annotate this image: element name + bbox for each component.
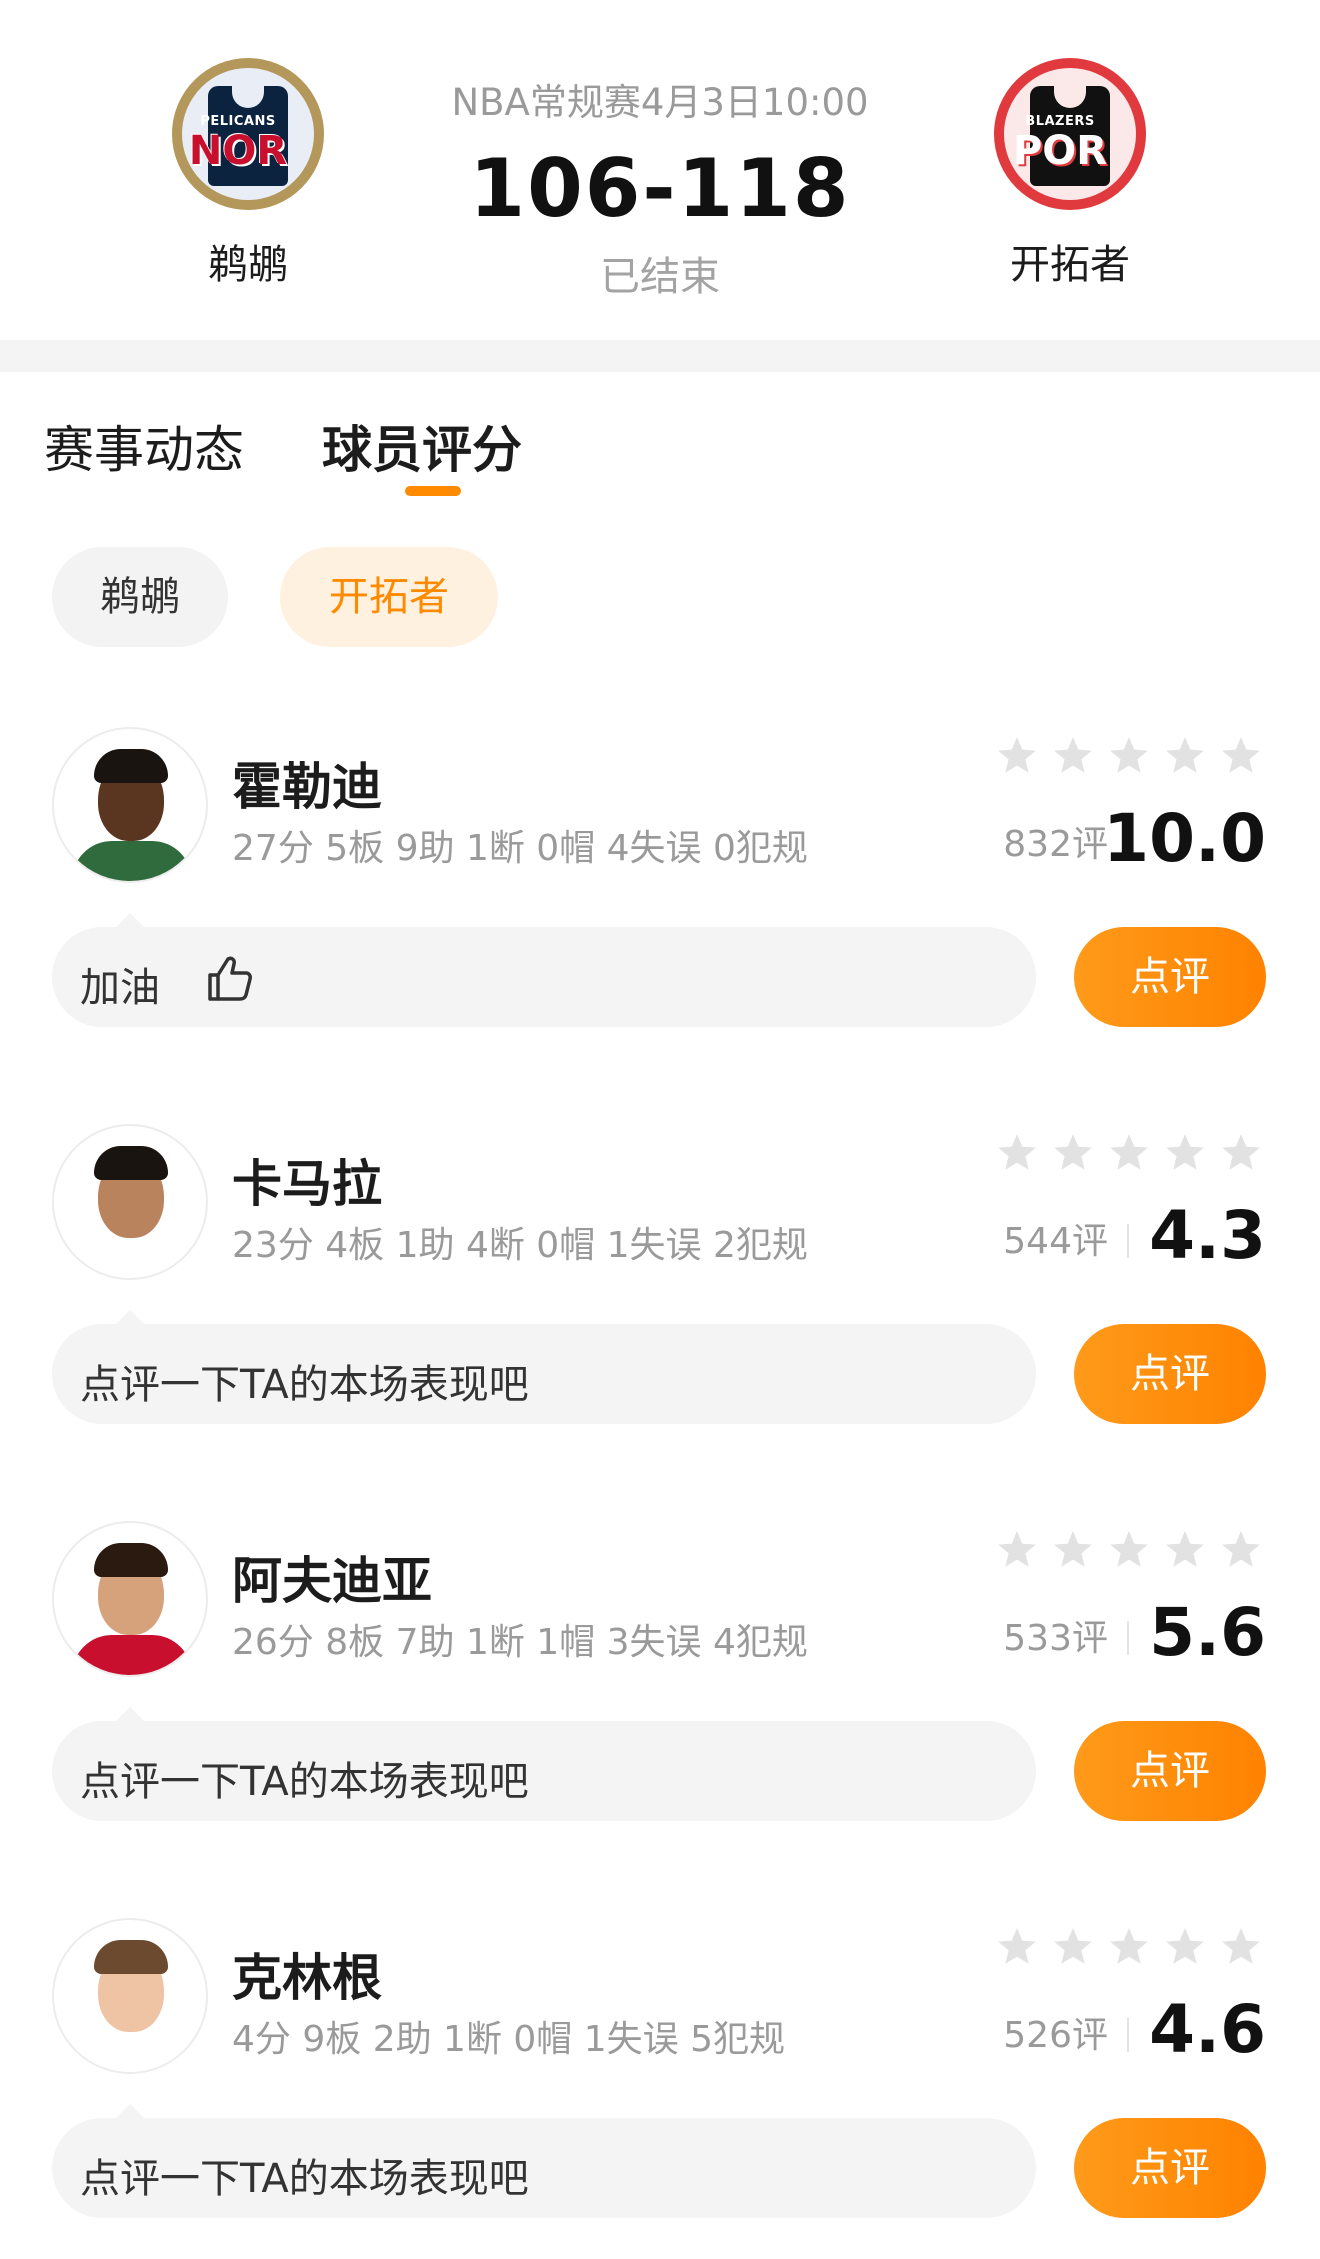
- rating-stars[interactable]: [996, 1529, 1266, 1573]
- away-team-name: 开拓者: [1010, 242, 1130, 288]
- team-filter-pelicans[interactable]: 鹈鹕: [52, 547, 228, 647]
- review-button[interactable]: 点评: [1074, 1721, 1266, 1821]
- comment-bubble[interactable]: 加油: [52, 913, 1036, 1027]
- review-count: 832评: [1003, 824, 1108, 865]
- player-avatar[interactable]: [52, 727, 208, 883]
- comment-bubble[interactable]: 点评一下TA的本场表现吧: [52, 2104, 1036, 2218]
- review-button[interactable]: 点评: [1074, 2118, 1266, 2218]
- review-button[interactable]: 点评: [1074, 1324, 1266, 1424]
- tab-match-events[interactable]: 赛事动态: [44, 410, 244, 482]
- review-button[interactable]: 点评: [1074, 927, 1266, 1027]
- pelicans-logo: PELICANS NOR: [172, 58, 324, 210]
- star-icon[interactable]: [1052, 735, 1094, 777]
- tab-player-ratings[interactable]: 球员评分: [322, 410, 522, 482]
- comment-text: 点评一下TA的本场表现吧: [80, 1759, 529, 1805]
- review-count: 526评: [1003, 2015, 1108, 2056]
- thumbs-up-icon[interactable]: [202, 951, 256, 1005]
- tab-bar: 赛事动态 球员评分: [0, 372, 1320, 512]
- match-info: NBA常规赛4月3日10:00 106-118 已结束: [400, 72, 920, 302]
- player-stats: 23分 4板 1助 4断 0帽 1失误 2犯规: [232, 1225, 808, 1266]
- home-team-name: 鹈鹕: [208, 242, 288, 288]
- star-icon[interactable]: [1164, 735, 1206, 777]
- player-avatar[interactable]: [52, 1124, 208, 1280]
- match-header: PELICANS NOR 鹈鹕 NBA常规赛4月3日10:00 106-118 …: [0, 0, 1320, 340]
- away-team[interactable]: BLAZERS POR 开拓者: [985, 58, 1155, 290]
- star-icon[interactable]: [996, 1926, 1038, 1968]
- player-card: 霍勒迪 27分 5板 9助 1断 0帽 4失误 0犯规 832评 10.0 加油…: [0, 727, 1320, 1057]
- comment-text: 点评一下TA的本场表现吧: [80, 1362, 529, 1408]
- match-status: 已结束: [600, 254, 720, 300]
- star-icon[interactable]: [996, 1529, 1038, 1571]
- player-name[interactable]: 克林根: [232, 1938, 382, 2010]
- section-divider: [0, 340, 1320, 372]
- star-icon[interactable]: [1220, 735, 1262, 777]
- star-icon[interactable]: [1164, 1132, 1206, 1174]
- star-icon[interactable]: [1164, 1529, 1206, 1571]
- rating-stars[interactable]: [996, 1132, 1266, 1176]
- star-icon[interactable]: [1108, 1132, 1150, 1174]
- player-name[interactable]: 阿夫迪亚: [232, 1541, 432, 1613]
- match-score: 106-118: [469, 142, 851, 235]
- rating-divider: [1127, 1621, 1129, 1655]
- rating-stars[interactable]: [996, 735, 1266, 779]
- star-icon[interactable]: [1220, 1926, 1262, 1968]
- player-card: 克林根 4分 9板 2助 1断 0帽 1失误 5犯规 526评 4.6 点评一下…: [0, 1918, 1320, 2248]
- player-avatar[interactable]: [52, 1918, 208, 2074]
- rating-score: 5.6: [1149, 1594, 1266, 1671]
- player-name[interactable]: 卡马拉: [232, 1144, 382, 1216]
- star-icon[interactable]: [1164, 1926, 1206, 1968]
- comment-bubble[interactable]: 点评一下TA的本场表现吧: [52, 1310, 1036, 1424]
- star-icon[interactable]: [1108, 1529, 1150, 1571]
- star-icon[interactable]: [1220, 1132, 1262, 1174]
- rating-divider: [1127, 2018, 1129, 2052]
- player-name[interactable]: 霍勒迪: [232, 747, 382, 819]
- logo-abbr: POR: [1012, 128, 1108, 174]
- rating-stars[interactable]: [996, 1926, 1266, 1970]
- player-stats: 4分 9板 2助 1断 0帽 1失误 5犯规: [232, 2019, 785, 2060]
- team-filter-blazers[interactable]: 开拓者: [280, 547, 498, 647]
- logo-small-text: PELICANS: [200, 114, 276, 129]
- player-avatar[interactable]: [52, 1521, 208, 1677]
- comment-bubble[interactable]: 点评一下TA的本场表现吧: [52, 1707, 1036, 1821]
- star-icon[interactable]: [1052, 1529, 1094, 1571]
- star-icon[interactable]: [1108, 1926, 1150, 1968]
- rating-score: 10.0: [1103, 800, 1266, 877]
- blazers-logo: BLAZERS POR: [994, 58, 1146, 210]
- star-icon[interactable]: [1220, 1529, 1262, 1571]
- review-count: 533评: [1003, 1618, 1108, 1659]
- rating-score: 4.3: [1149, 1197, 1266, 1274]
- star-icon[interactable]: [1052, 1132, 1094, 1174]
- review-count: 544评: [1003, 1221, 1108, 1262]
- logo-small-text: BLAZERS: [1025, 114, 1095, 129]
- player-stats: 26分 8板 7助 1断 1帽 3失误 4犯规: [232, 1622, 808, 1663]
- rating-score: 4.6: [1149, 1991, 1266, 2068]
- rating-divider: [1127, 1224, 1129, 1258]
- star-icon[interactable]: [1108, 735, 1150, 777]
- player-stats: 27分 5板 9助 1断 0帽 4失误 0犯规: [232, 828, 808, 869]
- home-team[interactable]: PELICANS NOR 鹈鹕: [163, 58, 333, 290]
- match-meta: NBA常规赛4月3日10:00: [451, 81, 869, 124]
- active-tab-indicator: [405, 486, 461, 496]
- star-icon[interactable]: [1052, 1926, 1094, 1968]
- comment-text: 加油: [80, 965, 160, 1011]
- comment-text: 点评一下TA的本场表现吧: [80, 2156, 529, 2202]
- player-card: 卡马拉 23分 4板 1助 4断 0帽 1失误 2犯规 544评 4.3 点评一…: [0, 1124, 1320, 1454]
- star-icon[interactable]: [996, 735, 1038, 777]
- star-icon[interactable]: [996, 1132, 1038, 1174]
- logo-abbr: NOR: [188, 128, 288, 174]
- player-card: 阿夫迪亚 26分 8板 7助 1断 1帽 3失误 4犯规 533评 5.6 点评…: [0, 1521, 1320, 1851]
